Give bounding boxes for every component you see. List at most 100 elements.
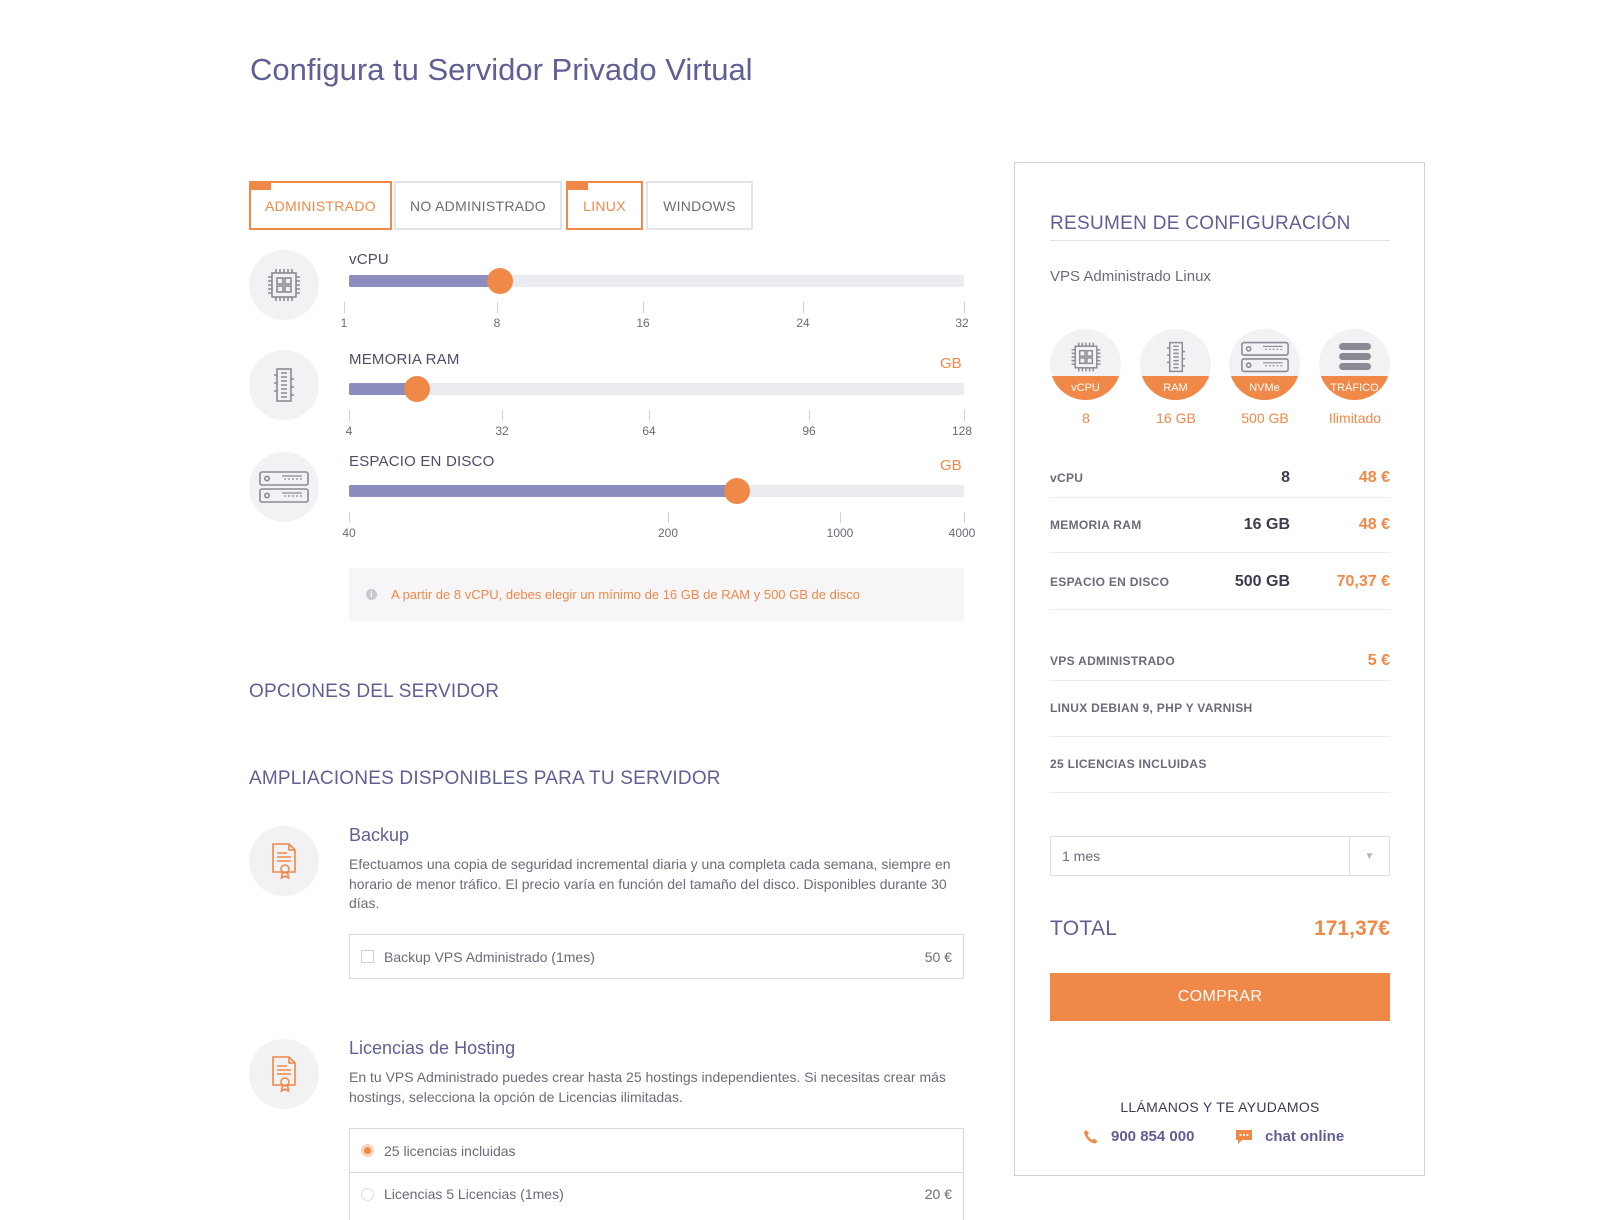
license-option-row[interactable]: 25 licencias incluidas bbox=[350, 1129, 963, 1172]
summary-row-ram: MEMORIA RAM 16 GB 48 € bbox=[1050, 498, 1390, 553]
backup-description: Efectuamos una copia de seguridad increm… bbox=[349, 856, 951, 911]
ram-slider[interactable] bbox=[349, 383, 964, 395]
backup-option-label: Backup VPS Administrado (1mes) bbox=[384, 948, 595, 965]
summary-extra-key: LINUX DEBIAN 9, PHP Y VARNISH bbox=[1050, 701, 1253, 715]
ram-tick-label: 128 bbox=[951, 424, 973, 438]
licenses-title: Licencias de Hosting bbox=[349, 1038, 516, 1058]
chat-link[interactable]: chat online bbox=[1235, 1128, 1344, 1145]
summary-traffic-badge: TRÁFICO bbox=[1319, 329, 1390, 400]
chat-icon bbox=[1236, 1129, 1252, 1144]
tab-no-administrado[interactable]: NO ADMINISTRADO bbox=[394, 181, 562, 230]
licenses-description: En tu VPS Administrado puedes crear hast… bbox=[349, 1069, 946, 1105]
vcpu-tick bbox=[497, 302, 498, 313]
help-text: LLÁMANOS Y TE AYUDAMOS bbox=[1120, 1099, 1320, 1115]
summary-row-vcpu: vCPU 8 48 € bbox=[1050, 460, 1390, 498]
server-icon bbox=[1240, 341, 1289, 373]
summary-row-disk: ESPACIO EN DISCO 500 GB 70,37 € bbox=[1050, 553, 1390, 610]
vcpu-tick bbox=[803, 302, 804, 313]
summary-row-value: 8 bbox=[1281, 469, 1290, 486]
cpu-icon bbox=[1071, 342, 1100, 372]
vcpu-tick-label: 8 bbox=[493, 316, 501, 330]
license-option-label: Licencias 5 Licencias (1mes) bbox=[384, 1186, 564, 1202]
summary-cpu-value: 8 bbox=[1082, 410, 1090, 426]
summary-extra-price: 5 € bbox=[1367, 652, 1390, 669]
disk-slider[interactable] bbox=[349, 485, 964, 497]
vcpu-slider-thumb[interactable] bbox=[487, 268, 513, 294]
summary-row-key: ESPACIO EN DISCO bbox=[1050, 575, 1170, 589]
summary-row-key: MEMORIA RAM bbox=[1050, 518, 1142, 532]
vcpu-tick-label: 32 bbox=[955, 316, 969, 330]
addons-section-title: AMPLIACIONES DISPONIBLES PARA TU SERVIDO… bbox=[249, 768, 721, 789]
disk-slider-fill bbox=[349, 485, 737, 497]
ram-unit: GB bbox=[940, 355, 962, 372]
cpu-icon bbox=[249, 250, 319, 320]
disk-tick-label: 1000 bbox=[826, 526, 854, 540]
min-requirements-notice: i A partir de 8 vCPU, debes elegir un mí… bbox=[349, 568, 964, 621]
phone-link[interactable]: 900 854 000 bbox=[1083, 1128, 1194, 1145]
certificate-icon bbox=[249, 1039, 319, 1109]
tab-windows[interactable]: WINDOWS bbox=[646, 181, 753, 230]
buy-button[interactable]: COMPRAR bbox=[1050, 973, 1390, 1021]
summary-traffic-value: Ilimitado bbox=[1328, 410, 1382, 426]
chevron-down-icon[interactable]: ▼ bbox=[1349, 837, 1389, 875]
backup-option-row[interactable]: Backup VPS Administrado (1mes) 50 € bbox=[350, 935, 963, 978]
license-option-label: 25 licencias incluidas bbox=[384, 1142, 516, 1159]
billing-period-value: 1 mes bbox=[1062, 848, 1101, 864]
summary-extra-key: VPS ADMINISTRADO bbox=[1050, 654, 1176, 668]
chat-label: chat online bbox=[1265, 1128, 1345, 1145]
ram-tick-label: 64 bbox=[642, 424, 656, 438]
backup-title: Backup bbox=[349, 825, 410, 845]
vcpu-label: vCPU bbox=[349, 251, 389, 268]
license-radio-selected[interactable] bbox=[361, 1144, 374, 1157]
summary-nvme-value: 500 GB bbox=[1241, 410, 1289, 426]
vcpu-slider-fill bbox=[349, 275, 500, 287]
disk-unit: GB bbox=[940, 457, 962, 474]
total-label: TOTAL bbox=[1050, 917, 1118, 940]
license-radio[interactable] bbox=[361, 1187, 374, 1201]
vcpu-tick-label: 16 bbox=[636, 316, 650, 330]
backup-checkbox[interactable] bbox=[361, 950, 374, 963]
info-icon: i bbox=[366, 589, 377, 600]
ram-tick bbox=[502, 410, 503, 421]
summary-row-price: 48 € bbox=[1358, 469, 1390, 486]
tab-administrado[interactable]: ADMINISTRADO bbox=[249, 181, 392, 230]
backup-options: Backup VPS Administrado (1mes) 50 € bbox=[349, 934, 964, 979]
billing-period-select[interactable]: 1 mes ▼ bbox=[1050, 836, 1390, 876]
summary-row-value: 500 GB bbox=[1234, 573, 1290, 590]
ram-slider-thumb[interactable] bbox=[404, 376, 430, 402]
disk-slider-thumb[interactable] bbox=[724, 478, 750, 504]
tab-linux[interactable]: LINUX bbox=[566, 181, 643, 230]
summary-ram-value: 16 GB bbox=[1156, 410, 1196, 426]
vcpu-tick bbox=[643, 302, 644, 313]
badge-label: vCPU bbox=[1071, 382, 1100, 394]
summary-ram-badge: RAM bbox=[1140, 329, 1211, 400]
database-icon bbox=[1338, 343, 1371, 370]
vcpu-tick-label: 24 bbox=[796, 316, 810, 330]
disk-tick-label: 4000 bbox=[948, 526, 976, 540]
license-option-price: 20 € bbox=[924, 1186, 952, 1202]
vcpu-slider[interactable] bbox=[349, 275, 964, 287]
summary-row-licenses: 25 LICENCIAS INCLUIDAS bbox=[1050, 737, 1390, 793]
phone-number: 900 854 000 bbox=[1111, 1128, 1195, 1145]
summary-row-os: LINUX DEBIAN 9, PHP Y VARNISH bbox=[1050, 681, 1390, 737]
ram-tick-label: 32 bbox=[495, 424, 509, 438]
vcpu-tick bbox=[344, 302, 345, 313]
summary-subtitle: VPS Administrado Linux bbox=[1050, 268, 1211, 285]
ram-tick bbox=[809, 410, 810, 421]
disk-tick bbox=[840, 512, 841, 523]
ram-icon bbox=[1166, 341, 1185, 373]
phone-icon bbox=[1084, 1129, 1098, 1143]
disk-tick-label: 40 bbox=[342, 526, 356, 540]
summary-cpu-badge: vCPU bbox=[1050, 329, 1121, 400]
license-option-row[interactable]: Licencias 5 Licencias (1mes) 20 € bbox=[350, 1172, 963, 1215]
options-section-title: OPCIONES DEL SERVIDOR bbox=[249, 681, 500, 702]
server-icon bbox=[249, 452, 319, 522]
total-value: 171,37€ bbox=[1314, 917, 1390, 940]
badge-label: NVMe bbox=[1249, 382, 1280, 394]
page-title: Configura tu Servidor Privado Virtual bbox=[250, 52, 753, 87]
ram-tick-label: 4 bbox=[345, 424, 353, 438]
ram-label: MEMORIA RAM bbox=[349, 351, 460, 368]
summary-divider bbox=[1050, 240, 1390, 241]
vcpu-tick-label: 1 bbox=[340, 316, 348, 330]
licenses-options: 25 licencias incluidas Licencias 5 Licen… bbox=[349, 1128, 964, 1220]
